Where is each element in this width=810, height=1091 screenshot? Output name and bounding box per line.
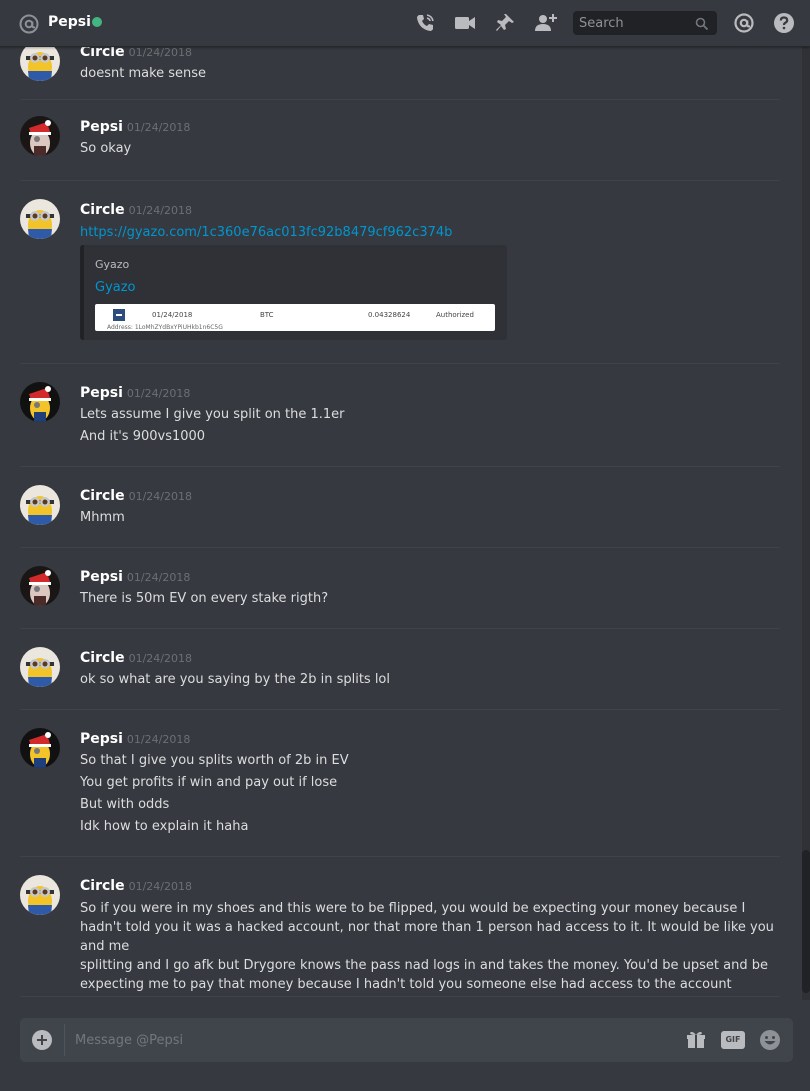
message-divider — [20, 99, 780, 100]
message-text: expecting me to pay that money because I… — [80, 977, 732, 992]
emoji-icon[interactable] — [759, 1029, 781, 1051]
message-timestamp: 01/24/2018 — [128, 652, 192, 665]
message-text: And it's 900vs1000 — [80, 429, 206, 444]
avatar[interactable] — [20, 728, 60, 768]
call-icon[interactable] — [414, 12, 436, 34]
message-author[interactable]: Circle — [80, 878, 125, 894]
message-author[interactable]: Circle — [80, 202, 125, 218]
scrollbar-thumb[interactable] — [802, 850, 810, 993]
avatar[interactable] — [20, 485, 60, 525]
avatar[interactable] — [20, 875, 60, 915]
message-divider — [20, 180, 780, 181]
mention-icon[interactable] — [733, 12, 755, 34]
add-friend-icon[interactable] — [534, 12, 557, 34]
link-embed: Gyazo Gyazo 01/24/2018 BTC 0.04328624 Au… — [80, 245, 507, 340]
message-text: ok so what are you saying by the 2b in s… — [80, 672, 390, 687]
message-text: doesnt make sense — [80, 66, 207, 81]
avatar[interactable] — [20, 647, 60, 687]
message-timestamp: 01/24/2018 — [126, 571, 191, 584]
online-status-indicator — [92, 17, 102, 27]
embed-image-date: 01/24/2018 — [152, 311, 193, 319]
embed-image-currency: BTC — [260, 311, 274, 319]
avatar[interactable] — [20, 382, 60, 422]
avatar[interactable] — [20, 47, 60, 81]
message-composer: GIF — [20, 1018, 793, 1062]
message-text: hadn't told you it was a hacked account,… — [80, 920, 774, 954]
message-text: So okay — [80, 141, 132, 156]
search-box[interactable] — [573, 11, 717, 35]
message-author[interactable]: Pepsi — [80, 569, 123, 585]
at-icon — [18, 13, 40, 35]
message-list[interactable]: Circle 01/24/2018 doesnt make sense Pepsi… — [0, 47, 802, 1000]
embed-image-address: Address: 1LoMhZYdBxYPiUHkb1n6C5G — [107, 324, 223, 331]
message-text: Lets assume I give you split on the 1.1e… — [80, 407, 345, 422]
message-author[interactable]: Circle — [80, 488, 125, 504]
message-timestamp: 01/24/2018 — [128, 490, 192, 503]
message-divider — [20, 709, 780, 710]
message-text: But with odds — [80, 797, 170, 812]
message-divider — [20, 996, 780, 997]
message-timestamp: 01/24/2018 — [126, 121, 191, 134]
gift-icon[interactable] — [686, 1030, 706, 1050]
message-text: Idk how to explain it haha — [80, 819, 249, 834]
embed-image-status: Authorized — [436, 311, 474, 319]
avatar[interactable] — [20, 116, 60, 156]
message-timestamp: 01/24/2018 — [126, 733, 191, 746]
avatar[interactable] — [20, 199, 60, 239]
gif-icon[interactable]: GIF — [721, 1031, 745, 1049]
message-text: Mhmm — [80, 510, 125, 525]
message-input[interactable] — [75, 1029, 635, 1051]
message-text: You get profits if win and pay out if lo… — [80, 775, 338, 790]
message-author[interactable]: Pepsi — [80, 385, 123, 401]
channel-header: Pepsi — [0, 0, 810, 47]
message-text: There is 50m EV on every stake rigth? — [80, 591, 329, 606]
message-divider — [20, 547, 780, 548]
message-timestamp: 01/24/2018 — [128, 204, 192, 217]
message-author[interactable]: Circle — [80, 47, 125, 60]
message-author[interactable]: Pepsi — [80, 731, 123, 747]
channel-title: Pepsi — [48, 14, 91, 30]
avatar[interactable] — [20, 566, 60, 606]
message-divider — [20, 363, 780, 364]
message-author[interactable]: Pepsi — [80, 119, 123, 135]
message-timestamp: 01/24/2018 — [128, 47, 192, 59]
collapse-icon — [113, 309, 125, 321]
composer-divider — [64, 1024, 65, 1056]
message-divider — [20, 628, 780, 629]
search-icon — [695, 16, 709, 31]
message-author[interactable]: Circle — [80, 650, 125, 666]
message-link[interactable]: https://gyazo.com/1c360e76ac013fc92b8479… — [80, 225, 452, 240]
search-input[interactable] — [579, 14, 689, 32]
message-divider — [20, 466, 780, 467]
message-timestamp: 01/24/2018 — [126, 387, 191, 400]
message-text: So if you were in my shoes and this were… — [80, 901, 746, 916]
embed-image[interactable]: 01/24/2018 BTC 0.04328624 Authorized Add… — [95, 304, 495, 331]
message-text: So that I give you splits worth of 2b in… — [80, 753, 349, 768]
message-timestamp: 01/24/2018 — [128, 880, 192, 893]
pin-icon[interactable] — [494, 12, 516, 34]
embed-image-amount: 0.04328624 — [368, 311, 411, 319]
add-attachment-icon[interactable] — [32, 1030, 52, 1050]
message-text: splitting and I go afk but Drygore knows… — [80, 958, 768, 973]
embed-provider: Gyazo — [95, 258, 130, 271]
video-call-icon[interactable] — [454, 12, 476, 34]
help-icon[interactable] — [773, 12, 795, 34]
message-divider — [20, 856, 780, 857]
embed-title-link[interactable]: Gyazo — [95, 280, 136, 295]
